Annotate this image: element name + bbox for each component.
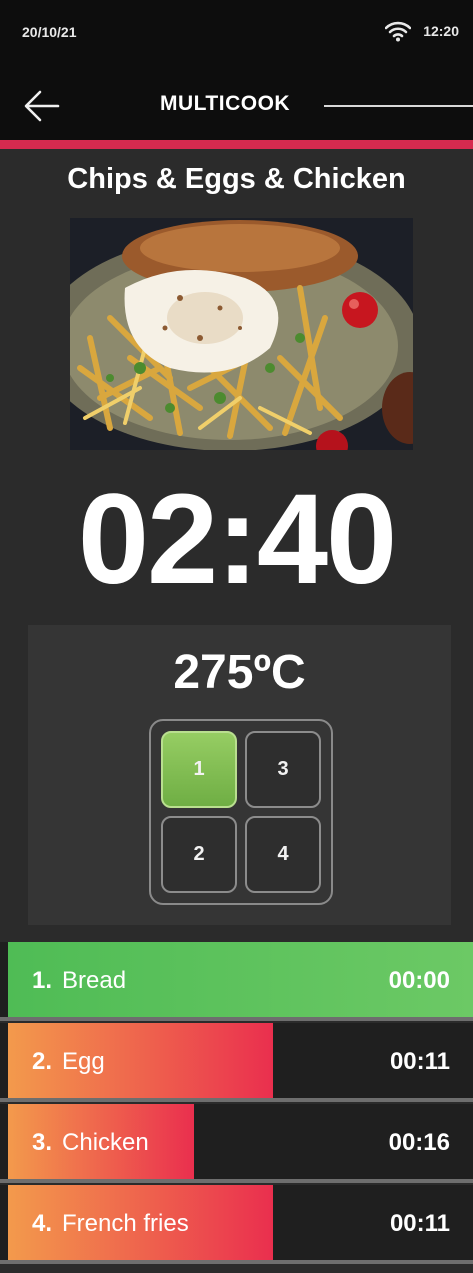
step-time: 00:11 [389, 1048, 450, 1075]
step-divider [0, 1260, 473, 1264]
countdown-timer: 02:40 [77, 468, 397, 611]
step-time: 00:11 [389, 1210, 450, 1237]
zone-1-button[interactable]: 1 [161, 731, 237, 808]
step-name: Bread [62, 967, 127, 994]
step-number: 4. [32, 1210, 53, 1237]
step-time: 00:16 [388, 1129, 450, 1156]
zone-3-button[interactable]: 3 [245, 731, 321, 808]
status-date: 20/10/21 [22, 24, 77, 40]
recipe-title: Chips & Eggs & Chicken [67, 163, 406, 195]
step-number: 2. [32, 1048, 53, 1075]
back-arrow-icon[interactable] [22, 86, 62, 126]
step-number: 1. [32, 967, 53, 994]
step-label: 2. Egg [32, 1048, 105, 1076]
header-accent-bar [0, 140, 473, 149]
multicook-screen: 20/10/21 12:20 MULTICOOK Chips & Eggs & … [0, 0, 473, 1273]
step-row-chicken[interactable]: 3. Chicken 00:16 [0, 1104, 473, 1183]
step-name: Egg [62, 1048, 105, 1075]
temperature-display: 275ºC [173, 646, 306, 699]
step-divider [0, 1017, 473, 1021]
header-bar: 20/10/21 12:20 MULTICOOK [0, 0, 473, 144]
header-divider-line [324, 105, 473, 107]
cooking-steps-list: 1. Bread 00:00 2. Egg 00:11 3. Chicken 00:1… [0, 942, 473, 1266]
step-name: Chicken [62, 1129, 149, 1156]
step-name: French fries [62, 1210, 189, 1237]
settings-panel: 275ºC 1 3 2 4 [28, 625, 451, 925]
page-title: MULTICOOK [160, 92, 291, 115]
status-time: 12:20 [423, 23, 459, 39]
zone-2-button[interactable]: 2 [161, 816, 237, 893]
step-time: 00:00 [388, 967, 450, 994]
step-label: 3. Chicken [32, 1129, 149, 1157]
step-label: 1. Bread [32, 967, 126, 995]
zone-4-button[interactable]: 4 [245, 816, 321, 893]
recipe-photo [70, 218, 413, 450]
step-number: 3. [32, 1129, 53, 1156]
step-label: 4. French fries [32, 1210, 189, 1238]
cooking-zone-selector: 1 3 2 4 [149, 719, 333, 905]
step-divider [0, 1098, 473, 1102]
step-divider [0, 1179, 473, 1183]
step-row-bread[interactable]: 1. Bread 00:00 [0, 942, 473, 1021]
step-row-french-fries[interactable]: 4. French fries 00:11 [0, 1185, 473, 1264]
wifi-icon [385, 21, 412, 42]
status-bar-right: 12:20 [385, 20, 459, 42]
step-row-egg[interactable]: 2. Egg 00:11 [0, 1023, 473, 1102]
